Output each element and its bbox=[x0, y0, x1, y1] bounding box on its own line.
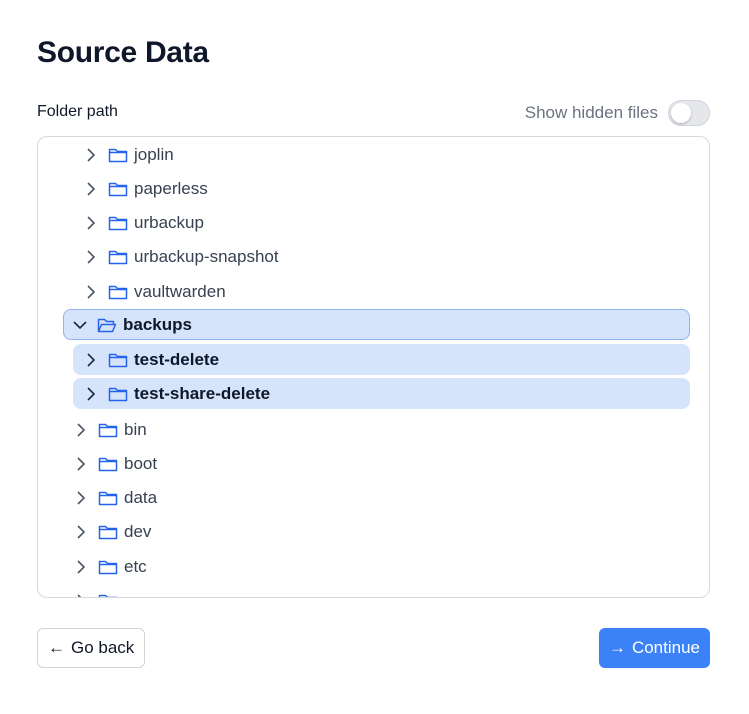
tree-item-data[interactable]: data bbox=[74, 482, 684, 513]
chevron-right-icon[interactable] bbox=[84, 249, 98, 264]
go-back-button[interactable]: ← Go back bbox=[37, 628, 146, 668]
folder-icon bbox=[98, 593, 118, 597]
chevron-right-icon[interactable] bbox=[74, 490, 88, 505]
chevron-right-icon[interactable] bbox=[84, 386, 98, 401]
tree-item-urbackup[interactable]: urbackup bbox=[84, 207, 684, 238]
continue-label: Continue bbox=[631, 638, 700, 657]
tree-item-boot[interactable]: boot bbox=[74, 448, 684, 479]
folder-icon bbox=[98, 559, 118, 575]
arrow-left-icon: ← bbox=[48, 638, 65, 657]
tree-item-test-share-delete[interactable]: test-share-delete bbox=[73, 378, 690, 409]
chevron-right-icon[interactable] bbox=[84, 215, 98, 230]
chevron-right-icon[interactable] bbox=[74, 593, 88, 597]
show-hidden-files-control: Show hidden files bbox=[525, 100, 710, 126]
tree-item-label: urbackup-snapshot bbox=[134, 246, 279, 266]
tree-item-test-delete[interactable]: test-delete bbox=[73, 344, 690, 375]
chevron-right-icon[interactable] bbox=[74, 422, 88, 437]
chevron-right-icon[interactable] bbox=[84, 352, 98, 367]
tree-item-label: test-delete bbox=[134, 349, 220, 369]
tree-item-joplin[interactable]: joplin bbox=[84, 139, 684, 170]
folder-icon bbox=[108, 249, 128, 265]
folder-icon bbox=[108, 284, 128, 300]
folder-icon bbox=[108, 215, 128, 231]
folder-tree[interactable]: joplin paperless urbackup urbackup-snaps… bbox=[37, 136, 710, 598]
page-title: Source Data bbox=[37, 36, 209, 69]
chevron-down-icon[interactable] bbox=[73, 318, 87, 332]
folder-icon bbox=[108, 147, 128, 163]
continue-button[interactable]: → Continue bbox=[598, 628, 710, 668]
chevron-right-icon[interactable] bbox=[84, 284, 98, 299]
chevron-right-icon[interactable] bbox=[84, 181, 98, 196]
tree-item-label: vaultwarden bbox=[134, 281, 226, 301]
tree-item-label: test-share-delete bbox=[134, 383, 271, 403]
tree-item-label: backups bbox=[123, 314, 192, 334]
folder-icon bbox=[98, 490, 118, 506]
tree-item-vaultwarden[interactable]: vaultwarden bbox=[84, 276, 684, 307]
tree-item-label: paperless bbox=[134, 178, 208, 198]
tree-item-dev[interactable]: dev bbox=[74, 516, 684, 547]
tree-item-urbackup-snapshot[interactable]: urbackup-snapshot bbox=[84, 241, 684, 272]
folder-icon bbox=[108, 181, 128, 197]
go-back-label: Go back bbox=[71, 638, 135, 657]
tree-item-label: urbackup bbox=[134, 212, 204, 232]
source-data-page: Source Data Folder path Show hidden file… bbox=[0, 0, 749, 714]
arrow-right-icon: → bbox=[608, 638, 626, 657]
tree-item-label: dev bbox=[124, 521, 152, 541]
chevron-right-icon[interactable] bbox=[74, 456, 88, 471]
chevron-right-icon[interactable] bbox=[84, 147, 98, 162]
tree-item-label: bin bbox=[124, 419, 147, 439]
tree-item-label: data bbox=[124, 487, 158, 507]
tree-item-paperless[interactable]: paperless bbox=[84, 173, 684, 204]
folder-path-label: Folder path bbox=[37, 103, 118, 120]
folder-icon bbox=[108, 352, 128, 368]
tree-item-partial[interactable] bbox=[74, 585, 684, 597]
folder-icon bbox=[98, 422, 118, 438]
folder-icon bbox=[98, 524, 118, 540]
tree-item-label: boot bbox=[124, 453, 158, 473]
tree-item-label: etc bbox=[124, 556, 147, 576]
chevron-right-icon[interactable] bbox=[74, 559, 88, 574]
folder-open-icon bbox=[97, 317, 117, 333]
chevron-right-icon[interactable] bbox=[74, 524, 88, 539]
toggle-knob bbox=[671, 103, 691, 123]
tree-item-bin[interactable]: bin bbox=[74, 414, 684, 445]
folder-icon bbox=[98, 456, 118, 472]
show-hidden-files-label: Show hidden files bbox=[524, 103, 658, 122]
folder-icon bbox=[108, 386, 128, 402]
tree-item-backups[interactable]: backups bbox=[63, 309, 690, 340]
tree-item-etc[interactable]: etc bbox=[74, 551, 684, 582]
show-hidden-files-toggle[interactable] bbox=[668, 100, 710, 126]
tree-item-label: joplin bbox=[134, 144, 174, 164]
